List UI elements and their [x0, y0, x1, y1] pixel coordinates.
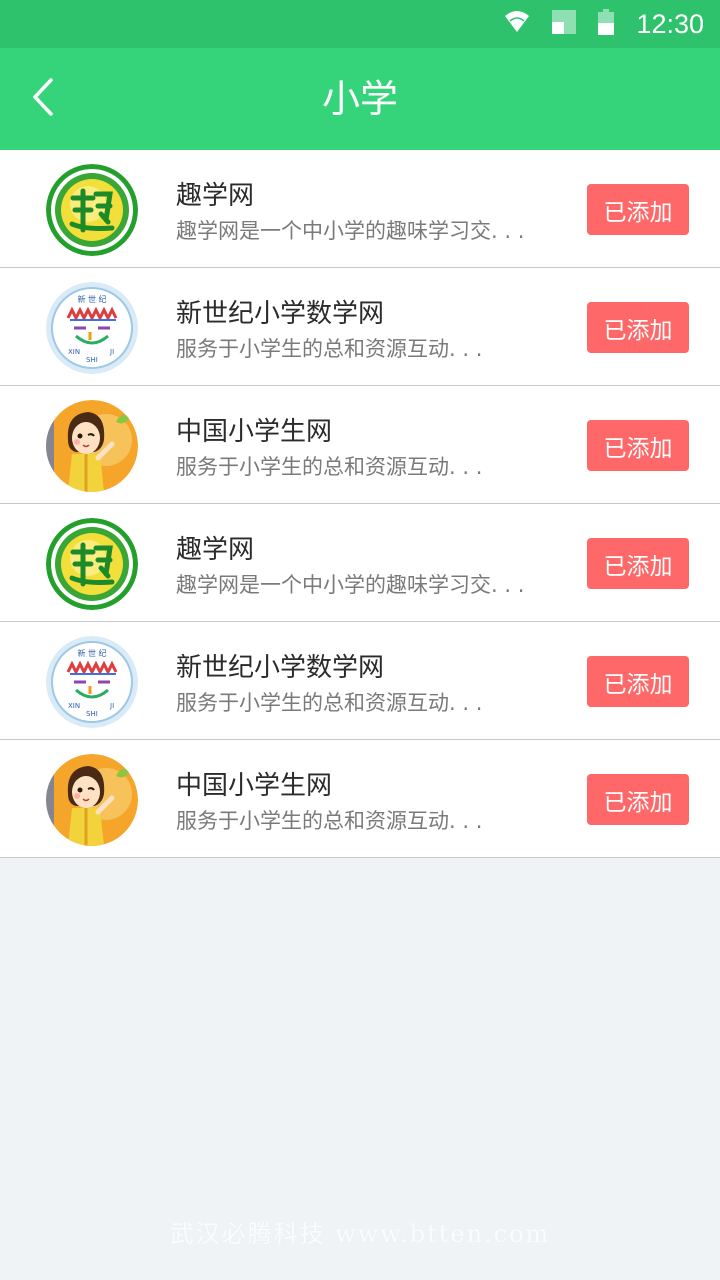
added-button[interactable]: 已添加 — [587, 302, 689, 353]
list-item[interactable]: 新 世 纪 XIN SHI JI 新世纪小学数学网 服务于小学生的总和资源互动.… — [0, 268, 720, 386]
girl-logo — [46, 754, 138, 846]
wifi-icon — [504, 10, 530, 38]
site-name: 新世纪小学数学网 — [176, 653, 385, 683]
list-item[interactable]: 中国小学生网 服务于小学生的总和资源互动. . . 已添加 — [0, 740, 720, 858]
svg-text:JI: JI — [109, 702, 114, 710]
status-bar: 12:30 — [0, 0, 720, 48]
site-name: 趣学网 — [176, 535, 255, 565]
clock: 12:30 — [636, 8, 704, 39]
svg-text:新 世 纪: 新 世 纪 — [77, 648, 106, 658]
added-button[interactable]: 已添加 — [587, 774, 689, 825]
list-item[interactable]: 新 世 纪 XIN SHI JI 新世纪小学数学网 服务于小学生的总和资源互动.… — [0, 622, 720, 740]
site-description: 趣学网是一个中小学的趣味学习交. . . — [176, 219, 525, 243]
girl-logo — [46, 400, 138, 492]
added-button[interactable]: 已添加 — [587, 420, 689, 471]
added-button[interactable]: 已添加 — [587, 184, 689, 235]
site-description: 服务于小学生的总和资源互动. . . — [176, 337, 483, 361]
svg-text:XIN: XIN — [68, 702, 80, 710]
site-name: 新世纪小学数学网 — [176, 299, 385, 329]
page-title: 小学 — [321, 77, 398, 121]
added-button[interactable]: 已添加 — [587, 656, 689, 707]
site-list: 趣学网 趣学网是一个中小学的趣味学习交. . . 已添加 新 世 纪 XIN S… — [0, 150, 720, 858]
site-description: 趣学网是一个中小学的趣味学习交. . . — [176, 573, 525, 597]
qu-logo — [46, 164, 138, 256]
cell-signal-icon — [552, 10, 577, 38]
site-name: 趣学网 — [176, 181, 255, 211]
svg-text:SHI: SHI — [86, 710, 98, 718]
xinshiji-logo: 新 世 纪 XIN SHI JI — [46, 282, 138, 374]
back-button[interactable] — [18, 72, 68, 126]
site-name: 中国小学生网 — [176, 771, 333, 801]
xinshiji-logo: 新 世 纪 XIN SHI JI — [46, 636, 138, 728]
status-icons: 12:30 — [504, 0, 704, 48]
svg-text:XIN: XIN — [68, 348, 80, 356]
site-description: 服务于小学生的总和资源互动. . . — [176, 809, 483, 833]
list-item[interactable]: 中国小学生网 服务于小学生的总和资源互动. . . 已添加 — [0, 386, 720, 504]
qu-logo — [46, 518, 138, 610]
battery-icon — [598, 9, 615, 39]
svg-text:新 世 纪: 新 世 纪 — [77, 294, 106, 304]
back-arrow-icon — [30, 77, 56, 121]
site-name: 中国小学生网 — [176, 417, 333, 447]
added-button[interactable]: 已添加 — [587, 538, 689, 589]
list-item[interactable]: 趣学网 趣学网是一个中小学的趣味学习交. . . 已添加 — [0, 150, 720, 268]
svg-text:JI: JI — [109, 348, 114, 356]
app-bar: 小学 — [0, 48, 720, 150]
site-description: 服务于小学生的总和资源互动. . . — [176, 455, 483, 479]
watermark: 武汉必腾科技 www.btten.com — [169, 1220, 551, 1248]
svg-text:SHI: SHI — [86, 356, 98, 364]
site-description: 服务于小学生的总和资源互动. . . — [176, 691, 483, 715]
list-item[interactable]: 趣学网 趣学网是一个中小学的趣味学习交. . . 已添加 — [0, 504, 720, 622]
